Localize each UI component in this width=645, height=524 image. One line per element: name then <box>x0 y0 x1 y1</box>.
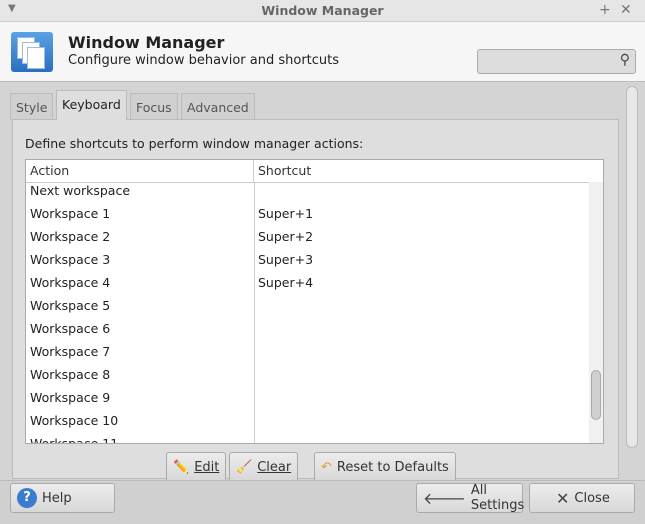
table-row[interactable]: Workspace 2 Super+2 <box>26 225 603 248</box>
window-manager-icon <box>11 32 53 72</box>
action-cell: Workspace 10 <box>30 413 119 428</box>
close-button[interactable]: ✕ Close <box>529 483 635 513</box>
table-row[interactable]: Workspace 4 Super+4 <box>26 271 603 294</box>
search-icon: ⚲ <box>619 52 630 68</box>
all-settings-button[interactable]: 🡐 All Settings <box>416 483 524 513</box>
table-row[interactable]: Workspace 7 <box>26 340 603 363</box>
list-scrollbar[interactable] <box>589 182 603 443</box>
action-cell: Workspace 7 <box>30 344 111 359</box>
tab-style[interactable]: Style <box>10 93 54 120</box>
maximize-icon[interactable]: + <box>599 2 611 18</box>
tab-keyboard[interactable]: Keyboard <box>56 90 127 120</box>
table-row[interactable]: Next workspace <box>26 179 603 202</box>
clear-button[interactable]: 🧹 Clear <box>229 452 299 482</box>
table-row[interactable]: Workspace 3 Super+3 <box>26 248 603 271</box>
shortcuts-table[interactable]: Action Shortcut Next workspace Workspace … <box>25 159 604 444</box>
broom-icon: 🧹 <box>236 459 253 475</box>
column-header-shortcut[interactable]: Shortcut <box>254 160 311 182</box>
undo-icon: ↶ <box>321 459 332 475</box>
help-icon: ? <box>17 488 37 508</box>
window-menu-icon[interactable]: ▼ <box>8 3 16 14</box>
table-row[interactable]: Workspace 9 <box>26 386 603 409</box>
action-cell: Workspace 4 <box>30 275 111 290</box>
action-cell: Workspace 2 <box>30 229 111 244</box>
table-row[interactable]: Workspace 5 <box>26 294 603 317</box>
shortcut-cell[interactable]: Super+3 <box>254 248 313 271</box>
title-bar: ▼ Window Manager + ✕ <box>0 0 645 22</box>
shortcut-cell[interactable]: Super+2 <box>254 225 313 248</box>
window-title: Window Manager <box>261 3 384 18</box>
header: Window Manager Configure window behavior… <box>0 22 645 82</box>
page-title: Window Manager <box>68 33 225 52</box>
search-input[interactable]: ⚲ <box>477 49 636 74</box>
reset-to-defaults-button[interactable]: ↶ Reset to Defaults <box>314 452 456 482</box>
action-cell: Workspace 8 <box>30 367 111 382</box>
action-cell: Workspace 3 <box>30 252 111 267</box>
table-row[interactable]: Workspace 8 <box>26 363 603 386</box>
table-row[interactable]: Workspace 10 <box>26 409 603 432</box>
action-cell: Workspace 1 <box>30 206 111 221</box>
shortcut-cell[interactable]: Super+4 <box>254 271 313 294</box>
pencil-icon: ✏️ <box>173 459 190 475</box>
table-row[interactable]: Workspace 1 Super+1 <box>26 202 603 225</box>
close-window-icon[interactable]: ✕ <box>620 2 632 18</box>
table-row[interactable]: Workspace 11 <box>26 432 603 444</box>
tab-focus[interactable]: Focus <box>130 93 178 120</box>
arrow-left-icon: 🡐 <box>423 489 466 508</box>
table-row[interactable]: Workspace 6 <box>26 317 603 340</box>
page-scrollbar[interactable] <box>626 86 638 448</box>
tab-advanced[interactable]: Advanced <box>181 93 255 120</box>
close-icon: ✕ <box>556 488 570 508</box>
shortcuts-description: Define shortcuts to perform window manag… <box>25 136 364 151</box>
action-cell: Workspace 11 <box>30 436 119 444</box>
edit-button[interactable]: ✏️ Edit <box>166 452 227 482</box>
help-button[interactable]: ? Help <box>10 483 115 513</box>
shortcut-cell[interactable]: Super+1 <box>254 202 313 225</box>
page-subtitle: Configure window behavior and shortcuts <box>68 53 340 68</box>
action-cell: Next workspace <box>30 183 131 198</box>
action-cell: Workspace 9 <box>30 390 111 405</box>
action-cell: Workspace 6 <box>30 321 111 336</box>
action-cell: Workspace 5 <box>30 298 111 313</box>
list-scrollbar-thumb[interactable] <box>591 370 601 420</box>
